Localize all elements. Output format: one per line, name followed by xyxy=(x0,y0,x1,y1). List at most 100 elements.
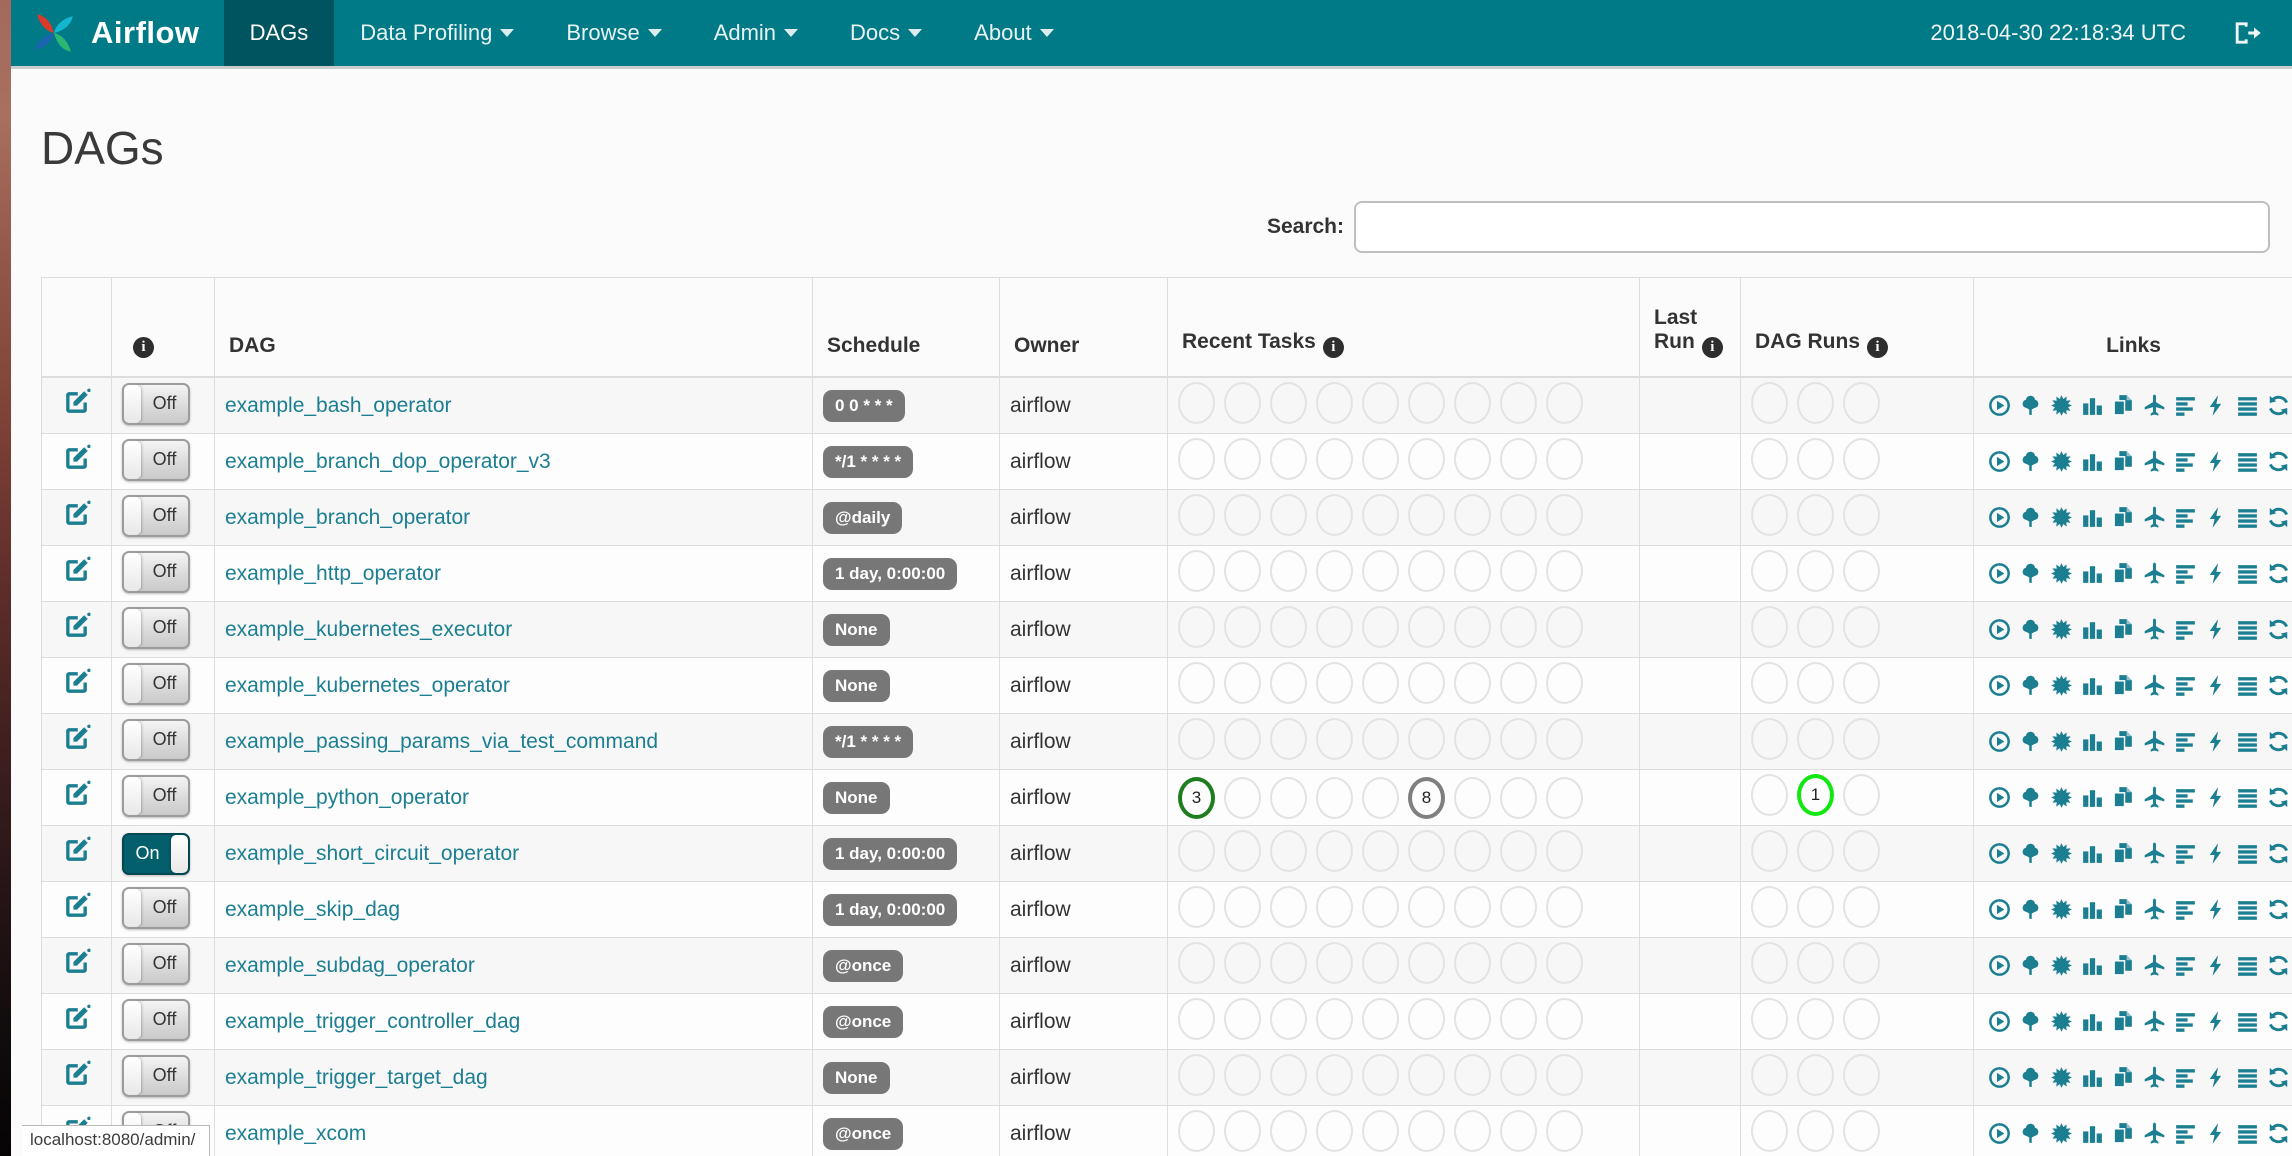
code-view-icon[interactable] xyxy=(2204,561,2229,586)
gantt-view-icon[interactable] xyxy=(2173,561,2198,586)
dag-details-icon[interactable] xyxy=(2235,393,2260,418)
code-view-icon[interactable] xyxy=(2204,393,2229,418)
trigger-dag-icon[interactable] xyxy=(1987,785,2012,810)
dag-details-icon[interactable] xyxy=(2235,785,2260,810)
logout-icon[interactable] xyxy=(2232,18,2262,48)
state-circle[interactable] xyxy=(1751,605,1788,648)
code-view-icon[interactable] xyxy=(2204,953,2229,978)
state-circle[interactable] xyxy=(1408,885,1445,928)
graph-view-icon[interactable] xyxy=(2049,953,2074,978)
state-circle[interactable] xyxy=(1178,493,1215,536)
state-circle[interactable] xyxy=(1178,1109,1215,1152)
edit-dag-icon[interactable] xyxy=(61,891,92,922)
state-circle[interactable] xyxy=(1178,997,1215,1040)
landing-times-icon[interactable] xyxy=(2142,1009,2167,1034)
gantt-view-icon[interactable] xyxy=(2173,449,2198,474)
task-tries-icon[interactable] xyxy=(2111,1121,2136,1146)
state-circle[interactable] xyxy=(1843,885,1880,928)
state-circle[interactable] xyxy=(1546,605,1583,648)
state-circle[interactable] xyxy=(1362,941,1399,984)
state-circle[interactable] xyxy=(1797,941,1834,984)
code-view-icon[interactable] xyxy=(2204,841,2229,866)
state-circle[interactable] xyxy=(1270,549,1307,592)
state-circle[interactable] xyxy=(1500,997,1537,1040)
state-circle[interactable] xyxy=(1751,885,1788,928)
dag-details-icon[interactable] xyxy=(2235,449,2260,474)
task-duration-icon[interactable] xyxy=(2080,505,2105,530)
graph-view-icon[interactable] xyxy=(2049,841,2074,866)
state-circle[interactable] xyxy=(1362,1053,1399,1096)
landing-times-icon[interactable] xyxy=(2142,897,2167,922)
gantt-view-icon[interactable] xyxy=(2173,673,2198,698)
graph-view-icon[interactable] xyxy=(2049,617,2074,642)
refresh-icon[interactable] xyxy=(2266,1009,2291,1034)
task-tries-icon[interactable] xyxy=(2111,505,2136,530)
task-tries-icon[interactable] xyxy=(2111,785,2136,810)
state-circle[interactable] xyxy=(1316,1053,1353,1096)
state-circle[interactable] xyxy=(1178,717,1215,760)
pause-toggle[interactable]: Off xyxy=(122,1054,190,1097)
task-duration-icon[interactable] xyxy=(2080,897,2105,922)
state-circle[interactable] xyxy=(1270,493,1307,536)
dag-link[interactable]: example_trigger_target_dag xyxy=(225,1066,488,1089)
dag-link[interactable]: example_bash_operator xyxy=(225,394,452,417)
state-circle[interactable]: 3 xyxy=(1178,776,1215,819)
state-circle[interactable] xyxy=(1408,941,1445,984)
pause-toggle[interactable]: Off xyxy=(122,886,190,929)
trigger-dag-icon[interactable] xyxy=(1987,617,2012,642)
state-circle[interactable] xyxy=(1843,1109,1880,1152)
graph-view-icon[interactable] xyxy=(2049,1009,2074,1034)
state-circle[interactable] xyxy=(1316,493,1353,536)
state-circle[interactable] xyxy=(1224,381,1261,424)
refresh-icon[interactable] xyxy=(2266,1065,2291,1090)
state-circle[interactable] xyxy=(1408,493,1445,536)
code-view-icon[interactable] xyxy=(2204,673,2229,698)
tree-view-icon[interactable] xyxy=(2018,897,2043,922)
state-circle[interactable] xyxy=(1362,829,1399,872)
task-duration-icon[interactable] xyxy=(2080,617,2105,642)
nav-browse[interactable]: Browse xyxy=(540,0,687,66)
state-circle[interactable] xyxy=(1178,605,1215,648)
edit-dag-icon[interactable] xyxy=(61,1003,92,1034)
gantt-view-icon[interactable] xyxy=(2173,785,2198,810)
state-circle[interactable] xyxy=(1500,381,1537,424)
task-duration-icon[interactable] xyxy=(2080,673,2105,698)
state-circle[interactable] xyxy=(1546,829,1583,872)
code-view-icon[interactable] xyxy=(2204,617,2229,642)
state-circle[interactable] xyxy=(1362,717,1399,760)
task-duration-icon[interactable] xyxy=(2080,785,2105,810)
state-circle[interactable] xyxy=(1408,1053,1445,1096)
graph-view-icon[interactable] xyxy=(2049,505,2074,530)
state-circle[interactable] xyxy=(1843,493,1880,536)
gantt-view-icon[interactable] xyxy=(2173,393,2198,418)
state-circle[interactable] xyxy=(1843,437,1880,480)
state-circle[interactable] xyxy=(1178,1053,1215,1096)
dag-link[interactable]: example_python_operator xyxy=(225,786,469,809)
landing-times-icon[interactable] xyxy=(2142,729,2167,754)
task-tries-icon[interactable] xyxy=(2111,393,2136,418)
trigger-dag-icon[interactable] xyxy=(1987,673,2012,698)
tree-view-icon[interactable] xyxy=(2018,729,2043,754)
state-circle[interactable] xyxy=(1454,997,1491,1040)
state-circle[interactable] xyxy=(1178,381,1215,424)
refresh-icon[interactable] xyxy=(2266,729,2291,754)
state-circle[interactable] xyxy=(1316,1109,1353,1152)
gantt-view-icon[interactable] xyxy=(2173,1009,2198,1034)
state-circle[interactable] xyxy=(1454,549,1491,592)
state-circle[interactable] xyxy=(1362,437,1399,480)
state-circle[interactable] xyxy=(1454,605,1491,648)
dag-details-icon[interactable] xyxy=(2235,729,2260,754)
state-circle[interactable] xyxy=(1408,605,1445,648)
tree-view-icon[interactable] xyxy=(2018,617,2043,642)
graph-view-icon[interactable] xyxy=(2049,785,2074,810)
schedule-badge[interactable]: 1 day, 0:00:00 xyxy=(823,837,958,870)
state-circle[interactable] xyxy=(1178,661,1215,704)
state-circle[interactable] xyxy=(1546,381,1583,424)
dag-details-icon[interactable] xyxy=(2235,673,2260,698)
brand[interactable]: Airflow xyxy=(11,0,224,66)
trigger-dag-icon[interactable] xyxy=(1987,393,2012,418)
state-circle[interactable] xyxy=(1843,773,1880,816)
state-circle[interactable] xyxy=(1500,941,1537,984)
state-circle[interactable] xyxy=(1797,605,1834,648)
state-circle[interactable] xyxy=(1500,605,1537,648)
